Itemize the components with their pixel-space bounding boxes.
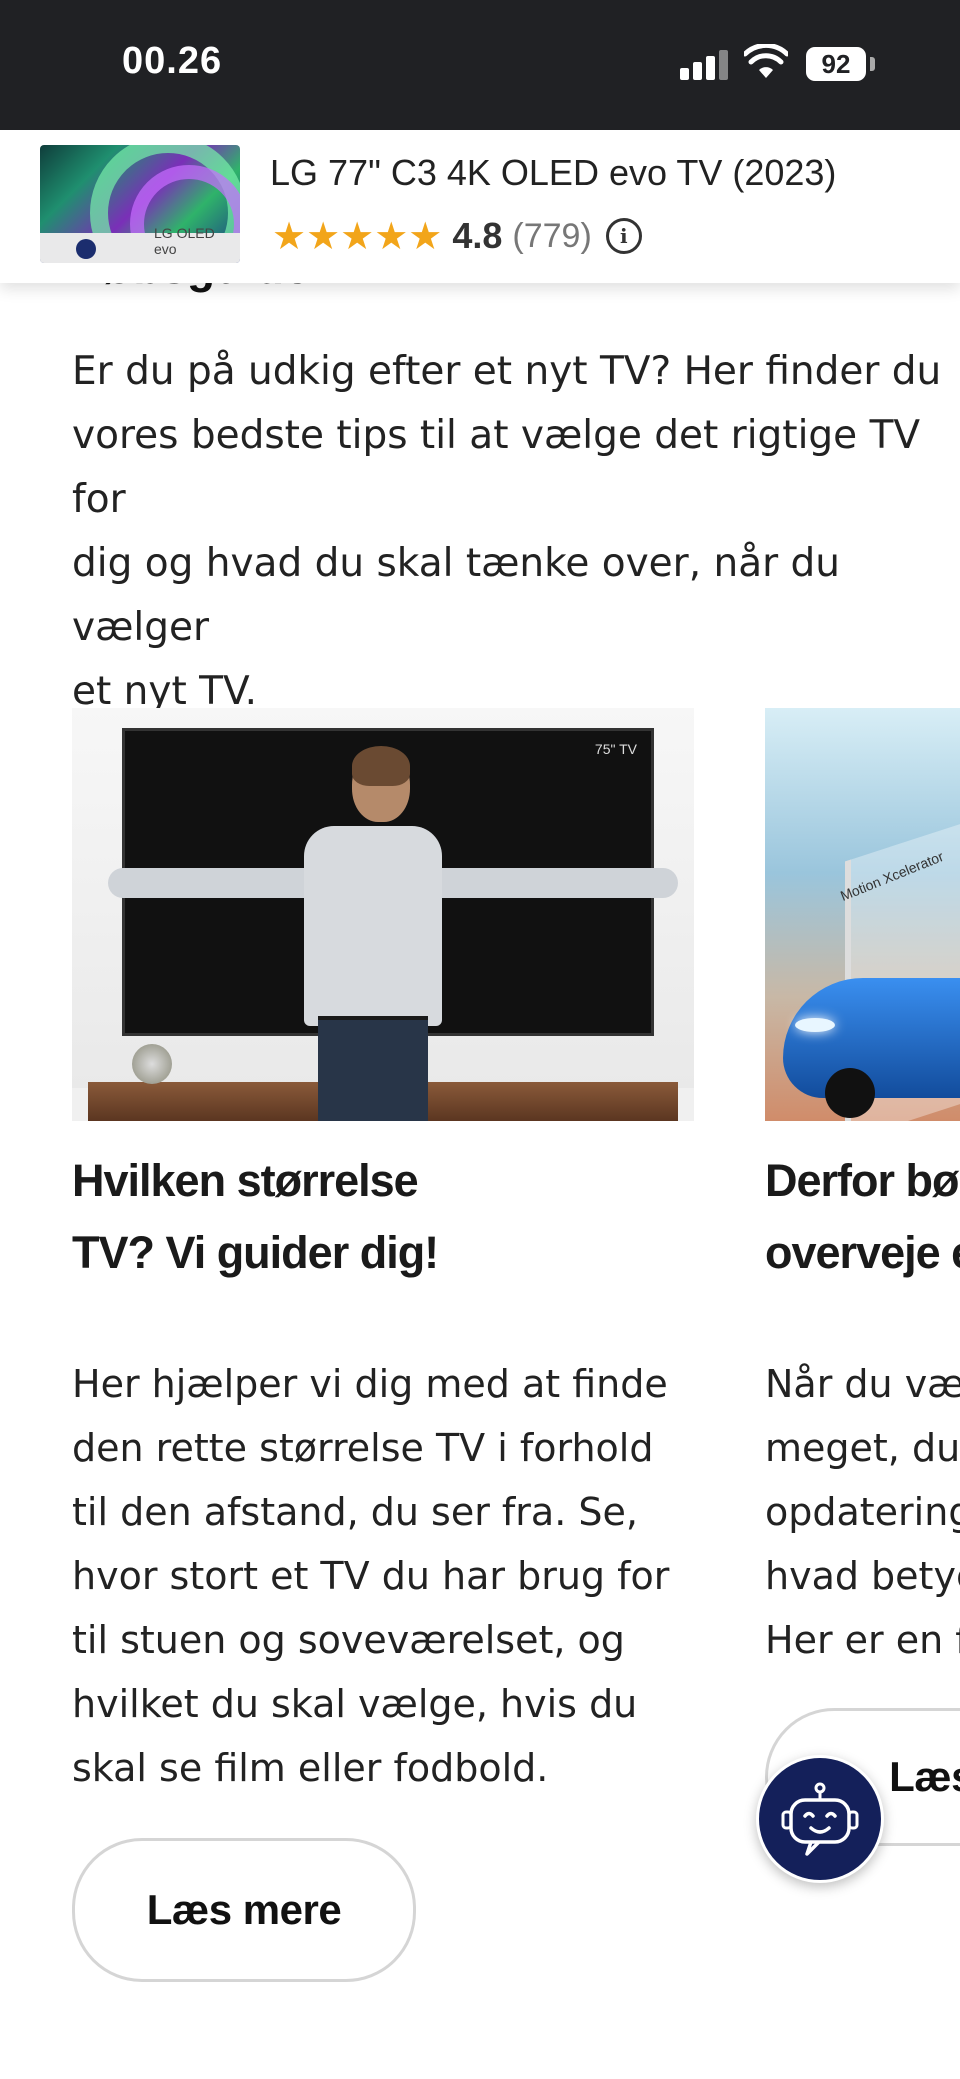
card-title-line: TV? Vi guider dig! (72, 1227, 439, 1278)
chatbot-icon (781, 1782, 859, 1856)
card-body-line: Når du væ (765, 1362, 960, 1406)
product-title[interactable]: LG 77" C3 4K OLED evo TV (2023) (270, 152, 836, 194)
thumbnail-brand-text: LG OLED evo (154, 225, 215, 257)
card-body-line: hvad betyc (765, 1554, 960, 1598)
battery-icon: 92 (806, 47, 866, 81)
product-rating[interactable]: ★★★★★ 4.8 (779) i (272, 214, 642, 258)
rating-stars-icon: ★★★★★ (272, 214, 443, 258)
card-title[interactable]: Hvilken størrelse TV? Vi guider dig! (72, 1145, 439, 1289)
intro-line: Er du på udkig efter et nyt TV? Her find… (72, 349, 942, 394)
read-more-button[interactable]: Læs mere (72, 1838, 416, 1982)
card-body-line: meget, du (765, 1426, 960, 1470)
battery-tip (870, 57, 875, 71)
card-title-line: Derfor bør (765, 1155, 960, 1206)
card-body-line: hvilket du skal vælge, hvis du (72, 1682, 638, 1726)
card-body-line: Her hjælper vi dig med at finde (72, 1362, 668, 1406)
guide-card[interactable]: Motion Xcelerator Derfor bør overveje e … (765, 708, 960, 1908)
card-description: Når du væ meget, du opdatering hvad bety… (765, 1352, 960, 1672)
chatbot-button[interactable] (756, 1755, 884, 1883)
card-title[interactable]: Derfor bør overveje e (765, 1145, 960, 1289)
card-description: Her hjælper vi dig med at finde den rett… (72, 1352, 669, 1800)
sticky-product-bar[interactable]: LG OLED evo LG 77" C3 4K OLED evo TV (20… (0, 130, 960, 283)
info-icon[interactable]: i (605, 218, 642, 254)
card-body-line: til den afstand, du ser fra. Se, (72, 1490, 638, 1534)
product-thumbnail[interactable]: LG OLED evo (40, 145, 240, 263)
review-count: (779) (512, 216, 592, 255)
card-image-tv-size[interactable]: 75" TV (72, 708, 694, 1121)
cellular-signal-icon (680, 50, 730, 80)
card-title-line: Hvilken størrelse (72, 1155, 419, 1206)
card-body-line: den rette størrelse TV i forhold (72, 1426, 654, 1470)
tv-size-label: 75" TV (594, 741, 637, 757)
rating-value: 4.8 (452, 215, 503, 256)
lg-logo-icon (76, 239, 96, 259)
wifi-icon (744, 44, 788, 78)
intro-paragraph: Er du på udkig efter et nyt TV? Her find… (72, 340, 960, 724)
card-image-motion[interactable]: Motion Xcelerator (765, 708, 960, 1121)
status-bar: 00.26 92 (0, 0, 960, 130)
card-title-line: overveje e (765, 1227, 960, 1278)
card-body-line: hvor stort et TV du har brug for (72, 1554, 670, 1598)
card-body-line: Her er en f (765, 1618, 960, 1662)
status-time: 00.26 (122, 40, 223, 82)
card-body-line: til stuen og soveværelset, og (72, 1618, 625, 1662)
card-body-line: opdatering (765, 1490, 960, 1534)
card-body-line: skal se film eller fodbold. (72, 1746, 549, 1790)
intro-line: vores bedste tips til at vælge det rigti… (72, 413, 921, 522)
intro-line: dig og hvad du skal tænke over, når du v… (72, 541, 841, 650)
